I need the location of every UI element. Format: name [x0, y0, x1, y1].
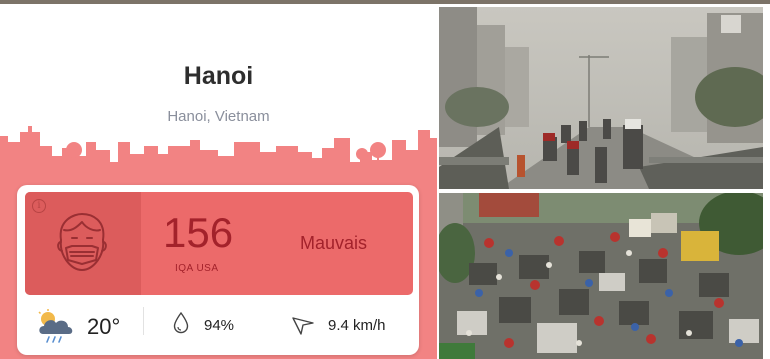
info-icon[interactable]: i	[32, 199, 46, 213]
face-mask-icon	[57, 213, 107, 271]
wind-speed: 9.4 km/h	[328, 317, 386, 334]
divider	[143, 307, 144, 335]
aqi-face-area: i	[25, 192, 141, 295]
cloud-rain-icon	[38, 309, 73, 343]
wind-direction-icon	[292, 317, 314, 335]
aqi-unit: IQA USA	[175, 263, 219, 274]
air-quality-panel: Hanoi Hanoi, Vietnam i 156 IQA USA Mauva…	[0, 4, 437, 359]
aqi-banner[interactable]: i 156 IQA USA Mauvais	[25, 192, 413, 295]
droplet-icon	[173, 312, 189, 334]
temperature: 20°	[87, 314, 121, 339]
city-name: Hanoi	[183, 62, 254, 90]
weather-row: 20° 94% 9.4 km/h	[17, 295, 419, 355]
humidity: 94%	[204, 317, 235, 334]
smog-traffic-photo	[439, 7, 763, 189]
aqi-card: i 156 IQA USA Mauvais 20° 94% 9.4 km/h	[17, 185, 419, 355]
city-location: Hanoi, Vietnam	[167, 108, 270, 125]
traffic-jam-photo	[439, 193, 763, 359]
aqi-value: 156	[163, 209, 234, 256]
aqi-level: Mauvais	[300, 233, 368, 253]
